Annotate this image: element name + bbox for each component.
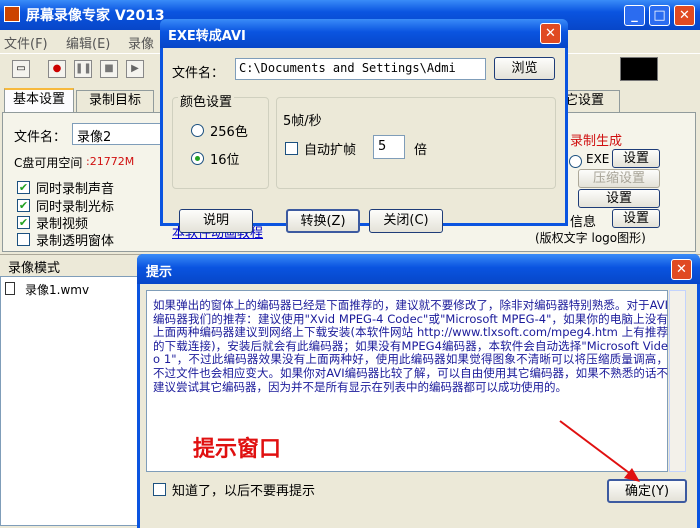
annotation-arrow-line: [559, 420, 633, 476]
annotation-arrow: [559, 420, 640, 482]
